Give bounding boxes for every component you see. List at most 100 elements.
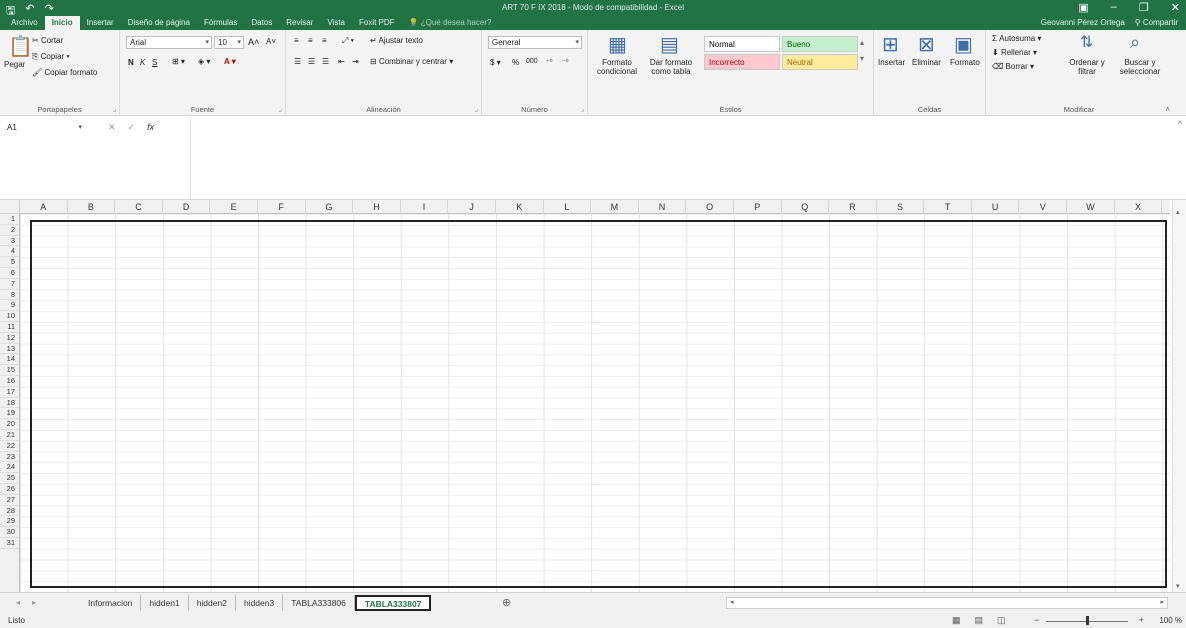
row-header[interactable]: 15 — [0, 365, 19, 376]
italic-button[interactable]: K — [140, 58, 145, 67]
increase-indent-icon[interactable]: ⇥ — [352, 57, 359, 66]
row-header[interactable]: 7 — [0, 279, 19, 290]
scroll-right-icon[interactable]: ▸ — [1160, 598, 1164, 606]
delete-cells-icon[interactable]: ⊠ — [918, 32, 935, 57]
row-header[interactable]: 30 — [0, 527, 19, 538]
cell-style-neutral[interactable]: Neutral — [782, 54, 858, 70]
align-right-icon[interactable]: ☰ — [322, 57, 329, 66]
page-layout-view-icon[interactable]: ▤ — [975, 615, 984, 626]
row-header[interactable]: 22 — [0, 441, 19, 452]
zoom-slider[interactable]: − + — [1034, 615, 1144, 625]
autosum-button[interactable]: Σ Autosuma ▾ — [992, 34, 1041, 43]
align-center-icon[interactable]: ☰ — [308, 57, 315, 66]
fill-color-icon[interactable]: ◈ ▾ — [198, 57, 210, 66]
row-header[interactable]: 14 — [0, 354, 19, 366]
row-header[interactable]: 12 — [0, 333, 19, 344]
dialog-launcher-icon[interactable]: ⌟ — [581, 105, 584, 113]
paste-icon[interactable]: 📋 — [8, 34, 33, 59]
share-button[interactable]: ⚲ Compartir — [1135, 18, 1178, 27]
add-sheet-icon[interactable]: ⊕ — [502, 596, 511, 609]
next-sheet-icon[interactable]: ▸ — [32, 598, 36, 607]
row-header[interactable]: 3 — [0, 236, 19, 247]
collapse-formula-bar-icon[interactable]: ˄ — [1178, 120, 1182, 127]
insert-cells-button[interactable]: Insertar — [878, 58, 905, 67]
row-header[interactable]: 4 — [0, 246, 19, 258]
tab-revisar[interactable]: Revisar — [279, 16, 320, 30]
column-header[interactable]: F — [258, 200, 306, 214]
decrease-decimal-icon[interactable]: ⁻⁰ — [562, 58, 569, 66]
row-header[interactable]: 6 — [0, 268, 19, 279]
conditional-format-icon[interactable]: ▦ — [608, 32, 627, 57]
row-header[interactable]: 23 — [0, 452, 19, 463]
align-left-icon[interactable]: ☰ — [294, 57, 301, 66]
column-header[interactable]: T — [924, 200, 972, 214]
row-header[interactable]: 26 — [0, 484, 19, 495]
column-header[interactable]: X — [1115, 200, 1163, 214]
sheet-tab-informacion[interactable]: Informacion — [80, 595, 142, 611]
column-header[interactable]: H — [353, 200, 401, 214]
column-header[interactable]: R — [829, 200, 877, 214]
row-header[interactable]: 1 — [0, 214, 19, 225]
column-header[interactable]: N — [639, 200, 687, 214]
user-name[interactable]: Geovanni Pérez Ortega — [1041, 18, 1125, 27]
delete-cells-button[interactable]: Eliminar — [912, 58, 941, 67]
styles-scroll-up-icon[interactable]: ▴ — [860, 38, 864, 47]
dialog-launcher-icon[interactable]: ⌟ — [279, 105, 282, 113]
column-header[interactable]: I — [401, 200, 449, 214]
tab-inicio[interactable]: Inicio — [44, 16, 80, 30]
row-header[interactable]: 5 — [0, 257, 19, 268]
scroll-up-icon[interactable]: ▴ — [1176, 208, 1180, 216]
zoom-in-icon[interactable]: + — [1139, 615, 1144, 625]
column-header[interactable]: S — [877, 200, 925, 214]
column-header[interactable]: U — [972, 200, 1020, 214]
row-header[interactable]: 19 — [0, 408, 19, 420]
underline-button[interactable]: S — [152, 58, 157, 67]
close-icon[interactable]: ✕ — [1171, 1, 1180, 14]
grow-font-icon[interactable]: A˄ — [248, 37, 259, 47]
row-header[interactable]: 31 — [0, 538, 19, 549]
column-header[interactable]: V — [1019, 200, 1068, 214]
clear-button[interactable]: ⌫ Borrar ▾ — [992, 62, 1034, 71]
align-middle-icon[interactable]: ≡ — [308, 36, 313, 45]
name-box[interactable]: A1 ▾ — [4, 121, 84, 135]
fill-button[interactable]: ⬇ Rellenar ▾ — [992, 48, 1037, 57]
minimize-icon[interactable]: – — [1111, 1, 1117, 14]
column-header[interactable]: O — [686, 200, 734, 214]
format-as-table-button[interactable]: Dar formato como tabla — [644, 58, 698, 76]
insert-function-icon[interactable]: fx — [147, 122, 154, 133]
font-size-select[interactable]: 10 ▾ — [214, 36, 244, 49]
row-header[interactable]: 18 — [0, 398, 19, 409]
align-top-icon[interactable]: ≡ — [294, 36, 299, 45]
copy-button[interactable]: ⎘ Copiar ▾ — [32, 52, 70, 62]
wrap-text-button[interactable]: ↵ Ajustar texto — [370, 36, 423, 45]
row-header[interactable]: 13 — [0, 344, 19, 355]
paste-button[interactable]: Pegar — [4, 60, 25, 69]
row-header[interactable]: 11 — [0, 322, 19, 333]
row-header[interactable]: 10 — [0, 311, 19, 322]
row-header[interactable]: 20 — [0, 419, 19, 430]
row-header[interactable]: 21 — [0, 430, 19, 441]
format-painter-button[interactable]: 🖌 Copiar formato — [32, 68, 97, 77]
row-header[interactable]: 17 — [0, 387, 19, 398]
column-header[interactable]: P — [734, 200, 782, 214]
dialog-launcher-icon[interactable]: ⌟ — [475, 105, 478, 113]
row-header[interactable]: 2 — [0, 225, 19, 236]
font-color-icon[interactable]: A ▾ — [224, 57, 236, 66]
scroll-left-icon[interactable]: ◂ — [730, 598, 734, 606]
conditional-format-button[interactable]: Formato condicional — [592, 58, 642, 76]
cell-style-incorrecto[interactable]: Incorrecto — [704, 54, 780, 70]
cell-style-normal[interactable]: Normal — [704, 36, 780, 52]
tab-foxit-pdf[interactable]: Foxit PDF — [352, 16, 402, 30]
increase-decimal-icon[interactable]: ⁺⁰ — [546, 58, 553, 66]
vertical-scrollbar[interactable]: ▴ ▾ — [1172, 200, 1186, 592]
column-header[interactable]: D — [163, 200, 211, 214]
dialog-launcher-icon[interactable]: ⌟ — [113, 105, 116, 113]
sheet-tab-tabla333807[interactable]: TABLA333807 — [354, 595, 432, 611]
decrease-indent-icon[interactable]: ⇤ — [338, 57, 345, 66]
find-select-button[interactable]: Buscar y seleccionar — [1114, 58, 1166, 76]
ribbon-display-options-icon[interactable]: ▣ — [1078, 1, 1088, 14]
column-header[interactable]: A — [20, 200, 68, 214]
number-format-select[interactable]: General ▾ — [488, 36, 582, 49]
formula-input[interactable] — [190, 118, 1172, 198]
column-header[interactable]: G — [306, 200, 354, 214]
